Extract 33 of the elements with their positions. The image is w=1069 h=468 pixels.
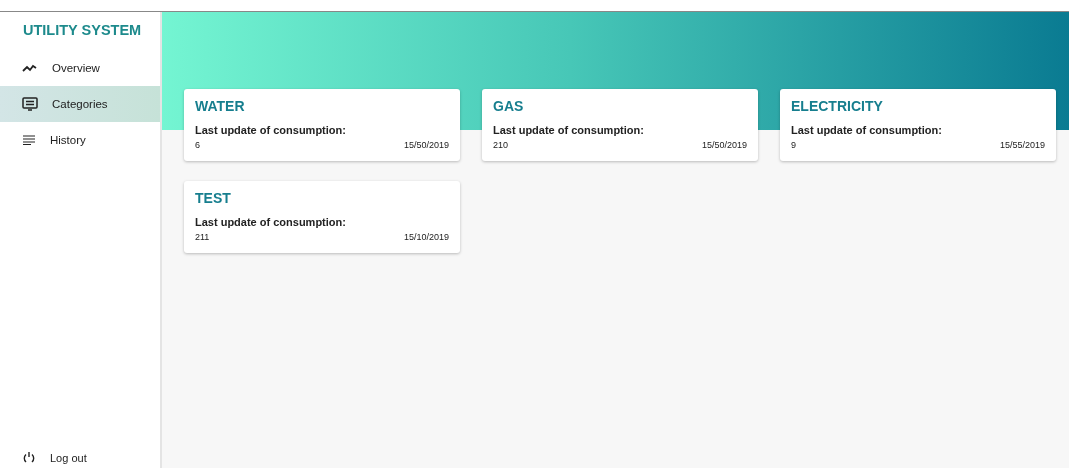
nav-item[interactable]: Overview bbox=[0, 50, 160, 86]
category-card[interactable]: WATER Last update of consumption: 6 15/50/2019 bbox=[184, 89, 460, 161]
app-title: UTILITY SYSTEM bbox=[22, 21, 143, 40]
logout-link[interactable]: Log out bbox=[0, 448, 160, 468]
consumption-value: 6 bbox=[195, 140, 200, 150]
card-subtitle: Last update of consumption: bbox=[195, 124, 347, 136]
list-icon bbox=[22, 135, 36, 145]
nav-item[interactable]: History bbox=[0, 122, 160, 158]
card-subtitle: Last update of consumption: bbox=[493, 124, 645, 136]
update-date: 15/50/2019 bbox=[403, 140, 449, 150]
card-title: GAS bbox=[493, 98, 525, 114]
power-icon bbox=[22, 451, 36, 465]
consumption-value: 211 bbox=[195, 232, 210, 242]
card-title: ELECTRICITY bbox=[791, 98, 884, 114]
card-title: WATER bbox=[195, 98, 246, 114]
category-card[interactable]: ELECTRICITY Last update of consumption: 9 15/55/2019 bbox=[780, 89, 1056, 161]
nav-item[interactable]: Categories bbox=[0, 86, 160, 122]
logout-label: Log out bbox=[50, 452, 87, 464]
nav-label: History bbox=[50, 134, 86, 146]
nav-label: Overview bbox=[52, 62, 100, 74]
card-subtitle: Last update of consumption: bbox=[791, 124, 943, 136]
update-date: 15/55/2019 bbox=[999, 140, 1045, 150]
consumption-value: 9 bbox=[791, 140, 796, 150]
trend-line-icon bbox=[22, 63, 38, 73]
monitor-icon bbox=[22, 97, 38, 111]
card-title: TEST bbox=[195, 190, 232, 206]
nav-label: Categories bbox=[52, 98, 108, 110]
category-card[interactable]: GAS Last update of consumption: 210 15/50/2019 bbox=[482, 89, 758, 161]
category-card[interactable]: TEST Last update of consumption: 211 15/10/2019 bbox=[184, 181, 460, 253]
update-date: 15/50/2019 bbox=[701, 140, 747, 150]
update-date: 15/10/2019 bbox=[403, 232, 449, 242]
card-subtitle: Last update of consumption: bbox=[195, 216, 347, 228]
consumption-value: 210 bbox=[493, 140, 509, 150]
